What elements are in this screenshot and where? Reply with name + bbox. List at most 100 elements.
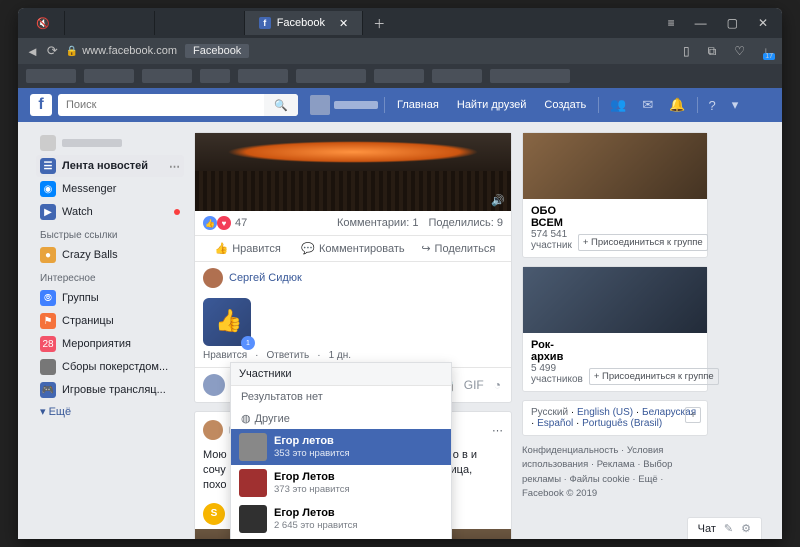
- search-box: 🔍: [58, 94, 298, 116]
- compose-icon[interactable]: ✎: [724, 522, 733, 535]
- comments-count[interactable]: Комментарии: 1: [337, 217, 419, 229]
- ext-shield-icon[interactable]: ▯: [678, 44, 695, 58]
- group-cover[interactable]: [523, 267, 707, 333]
- mention-item[interactable]: Егор летов353 это нравится: [231, 429, 451, 465]
- facebook-logo-icon[interactable]: f: [30, 94, 52, 116]
- group-cover[interactable]: [523, 133, 707, 199]
- tab-mute[interactable]: 🔇: [22, 11, 65, 35]
- bookmark-item[interactable]: [84, 69, 134, 83]
- commenter-name: Сергей Сидюк: [229, 272, 302, 284]
- search-button[interactable]: 🔍: [264, 94, 298, 116]
- notifications-icon[interactable]: 🔔: [664, 97, 690, 113]
- minimize-icon[interactable]: —: [685, 16, 717, 30]
- mention-item[interactable]: ЕГОР ЛЕТОВ178 это нравится: [231, 537, 451, 539]
- post-reactions[interactable]: 👍 ♥ 47 Комментарии: 1 Поделились: 9: [195, 211, 511, 236]
- volume-icon[interactable]: 🔊: [491, 194, 505, 207]
- sidebar-profile[interactable]: [36, 132, 184, 154]
- footer-link[interactable]: Конфиденциальность: [522, 445, 618, 456]
- nav-home[interactable]: Главная: [391, 99, 445, 111]
- lang-link[interactable]: English (US): [577, 407, 633, 418]
- search-icon: 🔍: [274, 99, 288, 112]
- bookmark-item[interactable]: [490, 69, 570, 83]
- window-close-icon[interactable]: ✕: [748, 16, 778, 30]
- tab-bar: 🔇 f Facebook ✕ ＋ ≡ — ▢ ✕: [18, 8, 782, 38]
- profile-link[interactable]: [310, 95, 378, 115]
- search-input[interactable]: [58, 99, 264, 111]
- add-language-button[interactable]: +: [685, 407, 701, 423]
- copyright: Facebook © 2019: [522, 488, 597, 499]
- lang-link[interactable]: Español: [537, 418, 573, 429]
- post-options-icon[interactable]: ⋯: [492, 424, 503, 437]
- menu-icon[interactable]: ≡: [658, 16, 685, 30]
- join-group-button[interactable]: + Присоединиться к группе: [578, 234, 708, 251]
- bookmark-item[interactable]: [296, 69, 366, 83]
- mention-heading-others: ◍Другие: [231, 408, 451, 429]
- sidebar-item-events[interactable]: 28Мероприятия: [36, 333, 184, 355]
- bookmark-item[interactable]: [200, 69, 230, 83]
- chat-bar[interactable]: Чат ✎ ⚙: [687, 517, 762, 539]
- bookmark-item[interactable]: [26, 69, 76, 83]
- post-actions: 👍Нравится 💬Комментировать ↪Поделиться: [195, 236, 511, 262]
- nav-create[interactable]: Создать: [538, 99, 592, 111]
- reload-icon[interactable]: ⟳: [47, 43, 58, 59]
- close-icon[interactable]: ✕: [339, 17, 348, 30]
- sidebar-more[interactable]: ▾ Ещё: [36, 402, 184, 421]
- group-name[interactable]: ОБО ВСЕМ: [531, 205, 572, 229]
- bookmark-item[interactable]: [238, 69, 288, 83]
- ext-copy-icon[interactable]: ⧉: [703, 44, 722, 59]
- messages-icon[interactable]: ✉: [637, 97, 658, 113]
- sidebar-item-groups[interactable]: ⦾Группы: [36, 287, 184, 309]
- comment-sticker: 1: [195, 294, 511, 350]
- nav-find-friends[interactable]: Найти друзей: [451, 99, 533, 111]
- join-group-button[interactable]: + Присоединиться к группе: [589, 368, 719, 385]
- lang-current: Русский: [531, 407, 568, 418]
- sidebar-item-pages[interactable]: ⚑Страницы: [36, 310, 184, 332]
- chevron-down-icon[interactable]: ▾: [727, 97, 744, 113]
- sidebar-item-crazyballs[interactable]: ●Crazy Balls: [36, 244, 184, 266]
- more-icon[interactable]: ⋯: [169, 160, 180, 173]
- share-button[interactable]: ↪Поделиться: [406, 236, 511, 261]
- like-button[interactable]: 👍Нравится: [195, 236, 300, 261]
- gif-icon[interactable]: GIF: [462, 378, 486, 392]
- group-name[interactable]: Рок-архив: [531, 339, 583, 363]
- tab-other-1[interactable]: [65, 11, 155, 35]
- sticker-icon[interactable]: ◔: [492, 378, 503, 392]
- maximize-icon[interactable]: ▢: [717, 16, 748, 30]
- footer-link[interactable]: Файлы cookie: [569, 474, 629, 485]
- footer-link[interactable]: Реклама: [597, 459, 635, 470]
- back-icon[interactable]: ◄: [26, 44, 39, 59]
- sidebar-item-poker[interactable]: Сборы покерстдом...: [36, 356, 184, 378]
- love-reaction-icon: ♥: [217, 216, 231, 230]
- mention-item[interactable]: Егор Летов2 645 это нравится: [231, 501, 451, 537]
- comment-reply[interactable]: Ответить: [266, 350, 309, 361]
- lock-icon: 🔒: [66, 46, 78, 57]
- sidebar-item-gaming[interactable]: 🎮Игровые трансляц...: [36, 379, 184, 401]
- url-display[interactable]: 🔒 www.facebook.com Facebook: [66, 44, 250, 58]
- language-selector: Русский · English (US) · Беларуская · Es…: [522, 400, 708, 436]
- ext-heart-icon[interactable]: ♡: [729, 44, 750, 58]
- feed: 🔊 👍 ♥ 47 Комментарии: 1 Поделились: 9 👍Н…: [194, 132, 512, 529]
- sidebar-item-watch[interactable]: ▶Watch: [36, 201, 184, 223]
- shares-count[interactable]: Поделились: 9: [428, 217, 503, 229]
- post-video[interactable]: 🔊: [195, 133, 511, 211]
- gear-icon[interactable]: ⚙: [741, 522, 751, 535]
- lang-link[interactable]: Português (Brasil): [582, 418, 662, 429]
- comment-like[interactable]: Нравится: [203, 350, 247, 361]
- like-icon: 👍: [215, 242, 229, 255]
- help-icon[interactable]: ?: [704, 98, 721, 113]
- groups-icon: ⦾: [40, 290, 56, 306]
- bookmark-item[interactable]: [432, 69, 482, 83]
- bookmark-item[interactable]: [142, 69, 192, 83]
- mention-item[interactable]: Егор Летов373 это нравится: [231, 465, 451, 501]
- new-tab-button[interactable]: ＋: [363, 15, 395, 32]
- footer-link[interactable]: Ещё: [638, 474, 657, 485]
- sidebar-item-messenger[interactable]: ◉Messenger: [36, 178, 184, 200]
- ext-download-icon[interactable]: ↓17: [758, 44, 774, 58]
- tab-other-2[interactable]: [155, 11, 245, 35]
- comment-button[interactable]: 💬Комментировать: [300, 236, 405, 261]
- sidebar-item-news[interactable]: ☰Лента новостей⋯: [36, 155, 184, 177]
- tab-facebook[interactable]: f Facebook ✕: [245, 11, 364, 35]
- comment-author[interactable]: Сергей Сидюк: [195, 262, 511, 294]
- friends-icon[interactable]: 👥: [605, 97, 631, 113]
- bookmark-item[interactable]: [374, 69, 424, 83]
